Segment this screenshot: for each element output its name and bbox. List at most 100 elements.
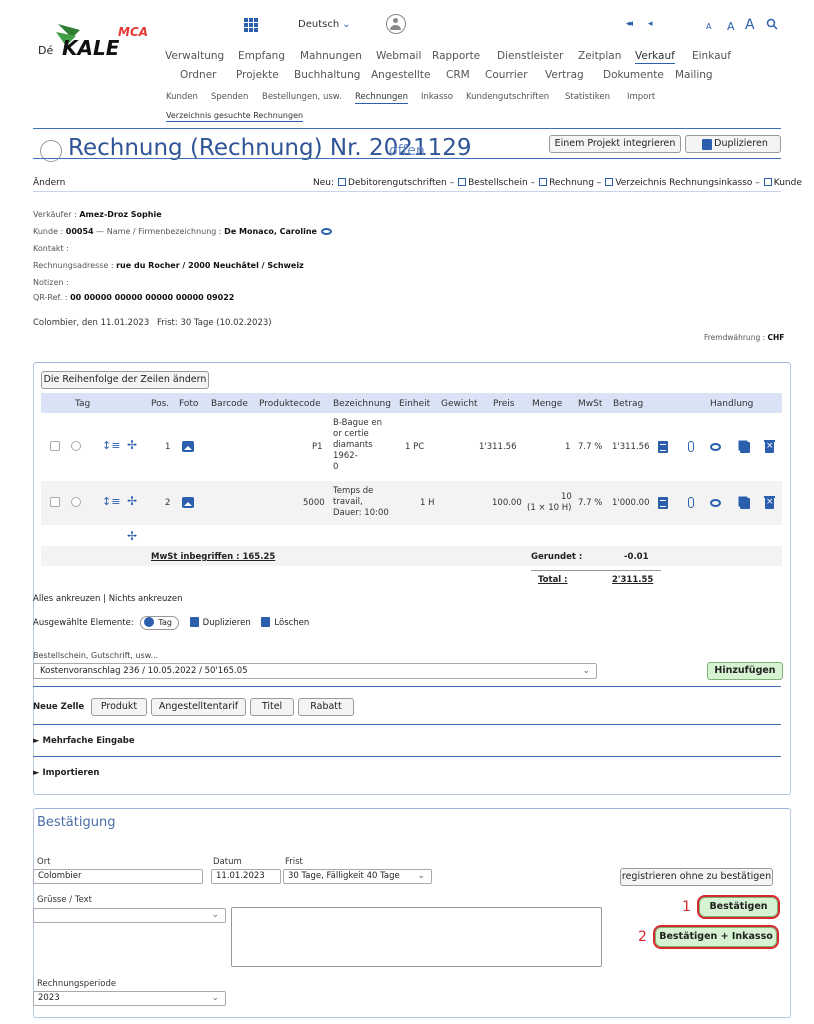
new-verzeichnis-link[interactable]: Verzeichnis Rechnungsinkasso: [615, 178, 752, 188]
user-avatar-icon[interactable]: [386, 14, 406, 34]
menu-crm[interactable]: CRM: [446, 69, 470, 81]
submenu-bestellungen[interactable]: Bestellungen, usw.: [262, 92, 342, 102]
eye-icon[interactable]: [710, 443, 721, 451]
greeting-textarea[interactable]: [231, 907, 602, 967]
submenu-kundengutschriften[interactable]: Kundengutschriften: [466, 92, 549, 102]
greeting-select[interactable]: ⌄: [33, 908, 226, 923]
menu-dokumente[interactable]: Dokumente: [603, 69, 664, 81]
menu-vertrag[interactable]: Vertrag: [545, 69, 584, 81]
font-size-large-button[interactable]: A: [745, 17, 755, 33]
customer-number-link[interactable]: 00054: [66, 227, 94, 236]
menu-dienstleister[interactable]: Dienstleister: [497, 50, 563, 62]
add-button[interactable]: Hinzufügen: [707, 662, 783, 680]
customer-name-link[interactable]: De Monaco, Caroline: [224, 227, 317, 236]
menu-buchhaltung[interactable]: Buchhaltung: [294, 69, 360, 81]
new-title-button[interactable]: Titel: [250, 698, 294, 716]
document-icon[interactable]: [658, 497, 668, 509]
image-icon[interactable]: [182, 497, 194, 508]
date-input[interactable]: 11.01.2023: [211, 869, 281, 884]
col-einheit: Einheit: [399, 399, 431, 409]
menu-mahnungen[interactable]: Mahnungen: [300, 50, 362, 62]
col-gewicht: Gewicht: [441, 399, 478, 409]
attachment-icon[interactable]: [688, 497, 694, 508]
move-row-icon[interactable]: ↕≡: [102, 496, 120, 508]
multiple-entry-toggle[interactable]: ► Mehrfache Eingabe: [33, 736, 135, 746]
submenu-verzeichnis-gesuchte-rechnungen[interactable]: Verzeichnis gesuchte Rechnungen: [166, 111, 304, 122]
menu-courrier[interactable]: Courrier: [485, 69, 528, 81]
submenu-statistiken[interactable]: Statistiken: [565, 92, 610, 102]
confirm-button[interactable]: Bestätigen: [697, 895, 780, 919]
import-toggle[interactable]: ► Importieren: [33, 768, 99, 778]
row-mwst: 7.7 %: [578, 442, 603, 452]
insert-row-icon[interactable]: ✢: [127, 495, 137, 507]
new-bestellschein-link[interactable]: Bestellschein: [468, 178, 528, 188]
period-select[interactable]: 2023 ⌄: [33, 991, 226, 1006]
copy-icon: [189, 617, 199, 627]
row-mwst: 7.7 %: [578, 498, 603, 508]
menu-einkauf[interactable]: Einkauf: [692, 50, 731, 62]
menu-verkauf[interactable]: Verkauf: [635, 50, 675, 64]
select-links: Alles ankreuzen | Nichts ankreuzen: [33, 594, 183, 604]
move-row-icon[interactable]: ↕≡: [102, 440, 120, 452]
font-size-small-button[interactable]: A: [706, 22, 711, 31]
confirm-collection-button[interactable]: Bestätigen + Inkasso: [653, 925, 779, 949]
menu-rapporte[interactable]: Rapporte: [432, 50, 480, 62]
integrate-project-button[interactable]: Einem Projekt integrieren: [549, 135, 681, 153]
add-row-icon[interactable]: ✢: [127, 530, 137, 542]
reorder-lines-button[interactable]: Die Reihenfolge der Zeilen ändern: [41, 371, 209, 389]
apps-grid-icon[interactable]: [244, 18, 258, 32]
new-debitorengutschriften-link[interactable]: Debitorengutschriften: [348, 178, 447, 188]
register-without-confirm-button[interactable]: registrieren ohne zu bestätigen: [620, 868, 773, 886]
menu-zeitplan[interactable]: Zeitplan: [578, 50, 621, 62]
submenu-import[interactable]: Import: [627, 92, 655, 102]
term-select[interactable]: 30 Tage, Fälligkeit 40 Tage ⌄: [283, 869, 432, 884]
duplicate-selected-link[interactable]: Duplizieren: [203, 618, 251, 628]
copy-icon[interactable]: [740, 498, 750, 509]
edit-link[interactable]: Ändern: [33, 178, 65, 188]
image-icon[interactable]: [182, 441, 194, 452]
select-none-link[interactable]: Nichts ankreuzen: [109, 594, 183, 604]
duplicate-button[interactable]: Duplizieren: [685, 135, 781, 153]
previous-record-icon[interactable]: ◂: [648, 19, 653, 29]
submenu-kunden[interactable]: Kunden: [166, 92, 198, 102]
document-icon[interactable]: [658, 441, 668, 453]
tag-selected-button[interactable]: Tag: [140, 616, 179, 630]
eye-icon[interactable]: [320, 228, 332, 235]
new-rechnung-link[interactable]: Rechnung: [549, 178, 594, 188]
submenu-inkasso[interactable]: Inkasso: [421, 92, 453, 102]
delete-selected-link[interactable]: Löschen: [274, 618, 309, 628]
logo[interactable]: Dé KALE MCA: [36, 20, 156, 60]
currency-row: Fremdwährung : CHF: [704, 333, 785, 342]
trash-icon[interactable]: [764, 440, 775, 453]
row-checkbox[interactable]: [50, 441, 60, 451]
menu-empfang[interactable]: Empfang: [238, 50, 285, 62]
trash-icon[interactable]: [764, 496, 775, 509]
new-discount-button[interactable]: Rabatt: [298, 698, 354, 716]
place-input[interactable]: Colombier: [33, 869, 203, 884]
eye-icon[interactable]: [710, 499, 721, 507]
submenu-rechnungen[interactable]: Rechnungen: [355, 92, 408, 104]
row-checkbox[interactable]: [50, 497, 60, 507]
row-tag-radio[interactable]: [71, 497, 81, 507]
menu-webmail[interactable]: Webmail: [376, 50, 421, 62]
new-kunde-link[interactable]: Kunde: [774, 178, 802, 188]
attachment-icon[interactable]: [688, 441, 694, 452]
menu-verwaltung[interactable]: Verwaltung: [165, 50, 224, 62]
address-row: Rechnungsadresse : rue du Rocher / 2000 …: [33, 261, 304, 270]
font-size-medium-button[interactable]: A: [727, 20, 735, 33]
menu-mailing[interactable]: Mailing: [675, 69, 713, 81]
select-all-link[interactable]: Alles ankreuzen: [33, 594, 100, 604]
menu-angestellte[interactable]: Angestellte: [371, 69, 430, 81]
new-employee-rate-button[interactable]: Angestelltentarif: [151, 698, 246, 716]
order-select[interactable]: Kostenvoranschlag 236 / 10.05.2022 / 50'…: [33, 663, 597, 679]
submenu-spenden[interactable]: Spenden: [211, 92, 248, 102]
new-product-button[interactable]: Produkt: [91, 698, 147, 716]
search-icon[interactable]: [766, 18, 778, 30]
insert-row-icon[interactable]: ✢: [127, 439, 137, 451]
first-record-icon[interactable]: ◂◂: [626, 19, 633, 29]
row-tag-radio[interactable]: [71, 441, 81, 451]
menu-ordner[interactable]: Ordner: [180, 69, 217, 81]
menu-projekte[interactable]: Projekte: [236, 69, 279, 81]
copy-icon[interactable]: [740, 442, 750, 453]
language-selector[interactable]: Deutsch ⌄: [298, 19, 351, 30]
